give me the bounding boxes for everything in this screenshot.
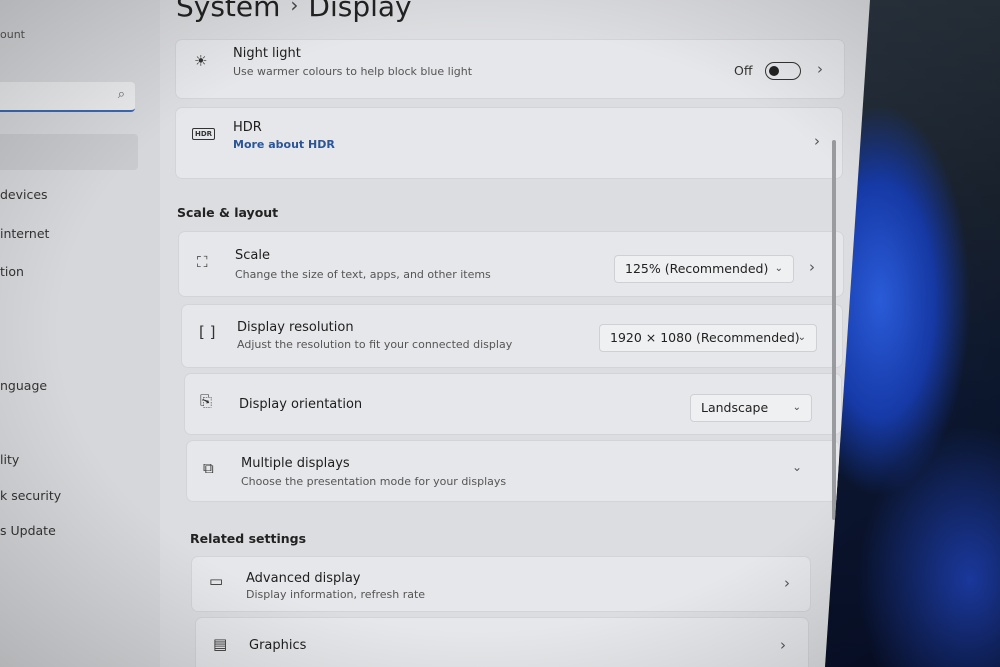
night-light-card[interactable]: ☀ Night light Use warmer colours to help… (176, 40, 844, 98)
hdr-more-link[interactable]: More about HDR (233, 138, 335, 151)
toggle-knob (769, 65, 779, 76)
search-input[interactable]: ⌕ (0, 82, 135, 112)
resolution-value: 1920 × 1080 (Recommended) (610, 330, 800, 345)
breadcrumb-separator: › (290, 0, 299, 17)
graphics-card[interactable]: ▤ Graphics › (196, 618, 808, 667)
page-title: System › Display (176, 0, 412, 23)
hdr-card[interactable]: HDR HDR More about HDR › (176, 108, 842, 178)
hdr-title: HDR (233, 120, 262, 135)
graphics-title: Graphics (249, 638, 307, 653)
sidebar: ount ⌕ devices internet tion nguage lity… (0, 0, 160, 667)
resolution-card[interactable]: [ ] Display resolution Adjust the resolu… (182, 305, 842, 367)
chevron-right-icon[interactable]: › (784, 574, 790, 592)
sidebar-item-devices[interactable]: devices (0, 187, 48, 202)
scale-icon: ⛶ (197, 253, 208, 271)
advanced-display-title: Advanced display (246, 571, 361, 586)
settings-window: ount ⌕ devices internet tion nguage lity… (0, 0, 870, 667)
chevron-down-icon: ⌄ (792, 402, 801, 413)
orientation-title: Display orientation (239, 397, 363, 412)
resolution-icon: [ ] (199, 323, 216, 341)
resolution-title: Display resolution (237, 320, 354, 335)
sidebar-item-time-language[interactable]: nguage (0, 378, 47, 393)
sidebar-item-privacy-security[interactable]: k security (0, 488, 61, 503)
orientation-icon: ⎘ (200, 392, 213, 410)
orientation-card[interactable]: ⎘ Display orientation Landscape ⌄ (185, 374, 841, 434)
advanced-display-card[interactable]: ▭ Advanced display Display information, … (192, 557, 810, 611)
advanced-display-subtitle: Display information, refresh rate (246, 588, 426, 601)
main-content: System › Display ☀ Night light Use warmer … (160, 0, 860, 667)
breadcrumb-display: Display (308, 0, 412, 23)
resolution-subtitle: Adjust the resolution to fit your connec… (237, 338, 513, 351)
sidebar-account[interactable]: ount (0, 28, 25, 41)
multiple-displays-icon: ⧉ (203, 459, 214, 477)
multiple-displays-subtitle: Choose the presentation mode for your di… (241, 475, 507, 488)
sidebar-item-windows-update[interactable]: s Update (0, 523, 56, 538)
scale-dropdown[interactable]: 125% (Recommended) ⌄ (614, 255, 794, 283)
breadcrumb-system[interactable]: System (176, 0, 280, 23)
brightness-icon: ☀ (194, 52, 208, 70)
orientation-dropdown[interactable]: Landscape ⌄ (690, 394, 812, 422)
chevron-down-icon: ⌄ (797, 332, 806, 343)
scale-title: Scale (235, 248, 270, 263)
scale-subtitle: Change the size of text, apps, and other… (235, 268, 491, 281)
resolution-dropdown[interactable]: 1920 × 1080 (Recommended) ⌄ (599, 324, 817, 352)
multiple-displays-title: Multiple displays (241, 456, 350, 471)
chevron-right-icon[interactable]: › (780, 636, 786, 654)
graphics-card-icon: ▤ (213, 635, 228, 653)
night-light-subtitle: Use warmer colours to help block blue li… (233, 65, 473, 78)
night-light-toggle[interactable] (765, 62, 801, 80)
chevron-right-icon[interactable]: › (817, 60, 823, 78)
sidebar-item-system-active[interactable] (0, 134, 138, 170)
scale-value: 125% (Recommended) (625, 261, 769, 276)
hdr-icon: HDR (192, 128, 216, 140)
multiple-displays-card[interactable]: ⧉ Multiple displays Choose the presentat… (187, 441, 839, 501)
chevron-down-icon[interactable]: ⌄ (792, 460, 802, 474)
chevron-right-icon[interactable]: › (809, 258, 815, 276)
section-heading-scale-layout: Scale & layout (177, 205, 279, 220)
section-heading-related: Related settings (190, 531, 307, 546)
scale-card[interactable]: ⛶ Scale Change the size of text, apps, a… (179, 232, 843, 296)
night-light-state: Off (734, 63, 753, 78)
scrollbar[interactable] (832, 140, 836, 520)
monitor-icon: ▭ (209, 572, 224, 590)
sidebar-item-accessibility[interactable]: lity (0, 452, 19, 467)
search-icon[interactable]: ⌕ (118, 87, 125, 102)
sidebar-item-network[interactable]: internet (0, 226, 49, 241)
sidebar-item-personalisation[interactable]: tion (0, 264, 24, 279)
night-light-title: Night light (233, 46, 301, 61)
chevron-right-icon[interactable]: › (814, 132, 820, 150)
chevron-down-icon: ⌄ (774, 263, 783, 274)
orientation-value: Landscape (701, 400, 769, 415)
